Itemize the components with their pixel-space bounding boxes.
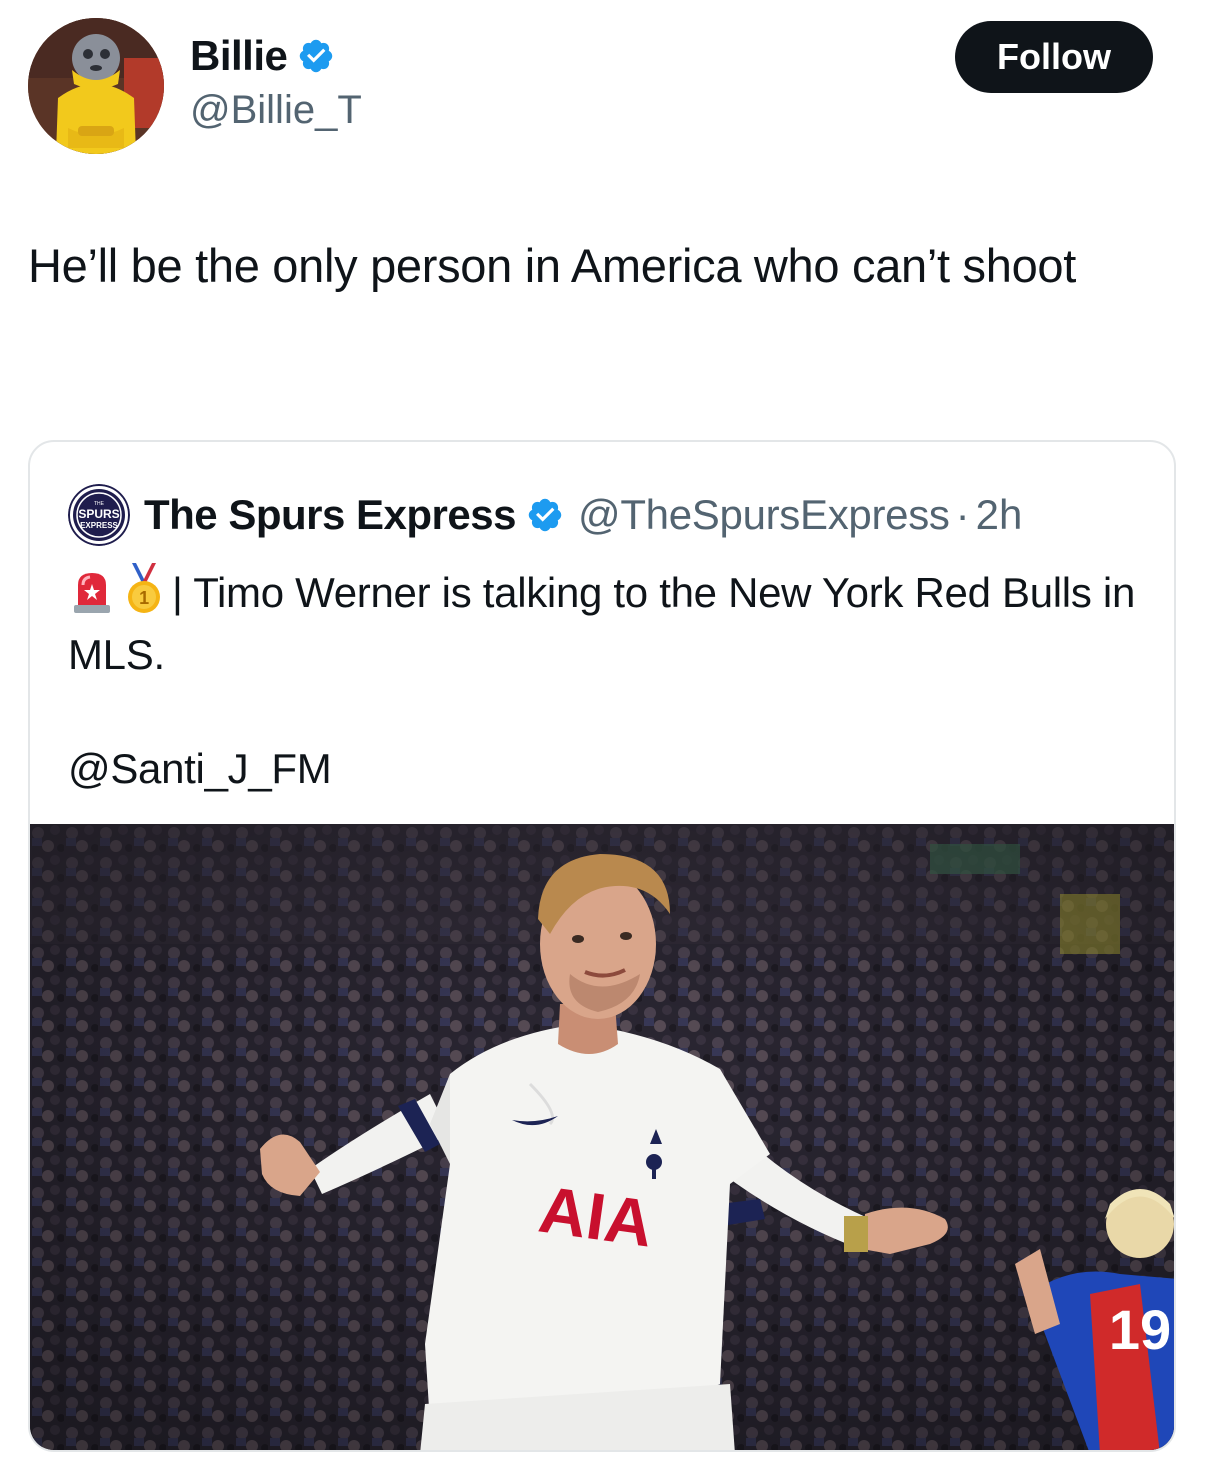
avatar[interactable] [28,18,164,154]
quoted-tweet-text: 1 | Timo Werner is talking to the New Yo… [68,562,1148,686]
shirt-sponsor-text: AIA [535,1172,658,1261]
logo-text-spurs: SPURS [78,507,119,521]
quoted-tweet-card[interactable]: THE SPURS EXPRESS The Spurs Express @The… [28,440,1176,1452]
svg-text:1: 1 [139,588,149,608]
quoted-display-name[interactable]: The Spurs Express [144,491,516,539]
dot-separator: · [955,491,970,538]
quoted-handle[interactable]: @TheSpursExpress [578,491,950,539]
quoted-timestamp[interactable]: 2h [976,491,1023,539]
follow-button[interactable]: Follow [955,21,1153,93]
logo-text-express: EXPRESS [80,521,118,530]
verified-badge-icon [300,39,333,73]
spurs-express-logo[interactable]: THE SPURS EXPRESS [68,484,130,546]
quoted-tweet-header: THE SPURS EXPRESS The Spurs Express @The… [68,484,1022,546]
tweet-header: Billie @Billie_T Follow [0,0,1206,170]
gold-medal-icon: 1 [128,563,160,613]
avatar-image [28,18,164,154]
quoted-mention-link[interactable]: @Santi_J_FM [68,738,332,800]
author-name-row: Billie [190,32,335,80]
verified-badge-icon [528,498,562,532]
siren-icon [74,573,110,613]
opponent-shirt-number: 19 [1109,1298,1171,1361]
football-player-photo: 19 AIA [30,824,1174,1450]
author-display-name[interactable]: Billie [190,32,288,80]
quoted-tweet-body: | Timo Werner is talking to the New York… [68,569,1136,678]
quoted-tweet-photo[interactable]: 19 AIA [30,824,1174,1450]
author-handle[interactable]: @Billie_T [190,88,362,133]
tweet-text: He’ll be the only person in America who … [28,239,1077,292]
